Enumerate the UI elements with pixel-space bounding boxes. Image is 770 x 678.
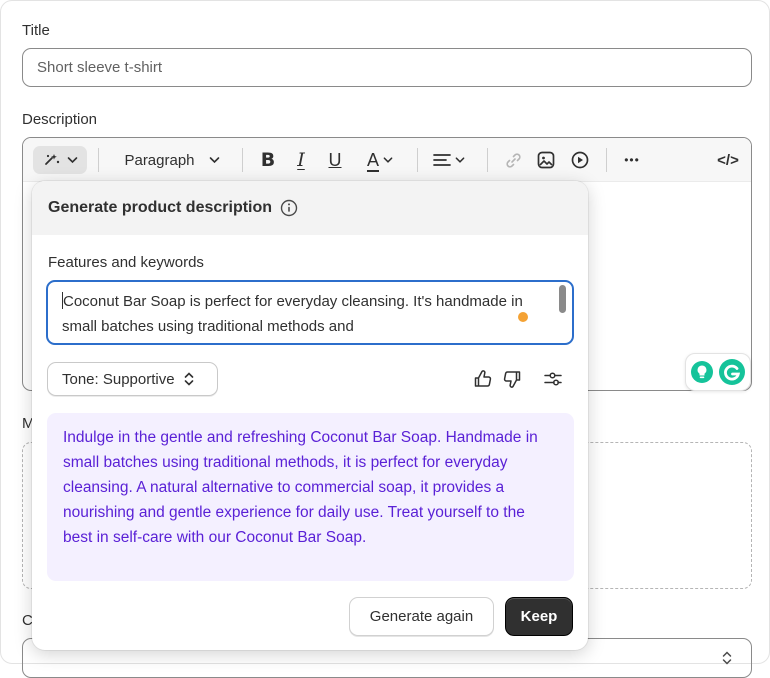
keep-button[interactable]: Keep (505, 597, 573, 636)
text-color-button[interactable]: A (359, 146, 401, 174)
ai-generate-button[interactable] (33, 146, 87, 174)
thumbs-down-icon (503, 371, 521, 388)
grammarly-icon (719, 359, 745, 385)
image-button[interactable] (534, 146, 558, 174)
title-input-value: Short sleeve t-shirt (37, 59, 163, 76)
toolbar-divider (242, 148, 243, 172)
link-icon (505, 152, 521, 168)
underline-icon: U (328, 149, 342, 170)
paragraph-select[interactable]: Paragraph (113, 146, 231, 174)
toolbar-divider (417, 148, 418, 172)
paragraph-select-label: Paragraph (124, 151, 195, 169)
italic-button[interactable]: I (289, 146, 313, 174)
underline-button[interactable]: U (323, 146, 347, 174)
thumbs-up-icon (474, 370, 492, 387)
info-icon[interactable] (280, 199, 298, 217)
code-icon: </> (717, 151, 739, 169)
toolbar-divider (487, 148, 488, 172)
title-input[interactable]: Short sleeve t-shirt (22, 48, 752, 87)
lightbulb-icon (691, 361, 713, 383)
more-icon: ••• (624, 153, 640, 167)
product-card: Title Short sleeve t-shirt Description P… (0, 0, 770, 678)
chevron-down-icon (383, 157, 393, 163)
toolbar-divider (98, 148, 99, 172)
grammarly-widget[interactable] (685, 353, 751, 391)
italic-icon: I (297, 149, 305, 171)
generated-description: Indulge in the gentle and refreshing Coc… (47, 413, 574, 581)
settings-sliders-icon (544, 372, 562, 386)
chevron-down-icon (209, 157, 219, 164)
title-label: Title (22, 22, 50, 39)
features-label: Features and keywords (48, 254, 204, 271)
tone-select-label: Tone: Supportive (62, 370, 175, 388)
align-icon (433, 154, 451, 166)
image-icon (537, 151, 555, 169)
toolbar-divider (606, 148, 607, 172)
up-down-icon (184, 372, 193, 386)
magic-icon (44, 154, 59, 165)
bold-icon: B (260, 149, 276, 171)
thumbs-down-button[interactable] (500, 367, 524, 391)
video-icon (571, 151, 589, 169)
chevron-down-icon (67, 157, 77, 164)
features-text: Coconut Bar Soap is perfect for everyday… (62, 293, 523, 335)
description-label: Description (22, 111, 98, 128)
settings-button[interactable] (541, 367, 565, 391)
popover-header: Generate product description (32, 181, 588, 235)
grammarly-indicator-dot[interactable] (518, 312, 528, 322)
features-textarea[interactable]: Coconut Bar Soap is perfect for everyday… (46, 280, 574, 345)
bold-button[interactable]: B (256, 146, 280, 174)
html-view-button[interactable]: </> (713, 146, 743, 174)
text-color-icon: A (366, 149, 379, 170)
video-button[interactable] (568, 146, 592, 174)
chevron-down-icon (455, 157, 465, 163)
textarea-scrollbar[interactable] (559, 285, 566, 313)
editor-toolbar: Paragraph B I U A ••• </> (23, 138, 751, 182)
generate-description-popover: Generate product description Features an… (32, 181, 588, 650)
more-button[interactable]: ••• (619, 146, 645, 174)
align-button[interactable] (428, 146, 470, 174)
generate-again-button[interactable]: Generate again (349, 597, 494, 636)
link-button[interactable] (501, 146, 525, 174)
thumbs-up-button[interactable] (471, 367, 495, 391)
popover-title: Generate product description (48, 199, 273, 216)
tone-select[interactable]: Tone: Supportive (47, 362, 218, 396)
